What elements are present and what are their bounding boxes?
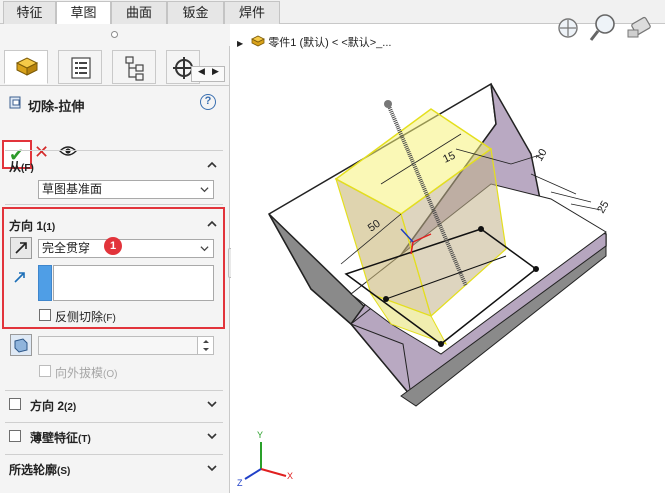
tab-weldments[interactable]: 焊件 bbox=[224, 1, 280, 24]
dimension-label[interactable]: 25 bbox=[595, 199, 612, 216]
direction-vector-icon bbox=[14, 272, 25, 283]
svg-text:Y: Y bbox=[257, 430, 263, 440]
draft-icon bbox=[14, 338, 28, 353]
chevron-down-icon bbox=[200, 187, 209, 193]
divider bbox=[5, 390, 223, 391]
reverse-direction-button[interactable] bbox=[10, 237, 32, 259]
svg-text:X: X bbox=[287, 471, 293, 481]
chevron-up-icon[interactable] bbox=[207, 160, 217, 170]
model-view[interactable]: 15 10 50 25 Y X Z bbox=[231, 24, 665, 493]
draft-toggle-button[interactable] bbox=[10, 334, 32, 356]
tab-features[interactable]: 特征 bbox=[3, 1, 56, 24]
help-icon[interactable]: ? bbox=[200, 94, 216, 110]
feature-title: 切除-拉伸 bbox=[28, 99, 85, 114]
divider bbox=[5, 150, 223, 151]
spinner[interactable] bbox=[197, 337, 213, 354]
draft-angle-field[interactable] bbox=[38, 336, 214, 355]
svg-text:Z: Z bbox=[237, 478, 243, 488]
tab-configuration-manager[interactable] bbox=[112, 50, 156, 84]
reverse-direction-icon bbox=[15, 242, 27, 254]
sketch-point bbox=[383, 296, 389, 302]
thin-feature-checkbox[interactable] bbox=[9, 430, 21, 442]
divider bbox=[5, 454, 223, 455]
property-list-icon bbox=[71, 57, 91, 79]
divider bbox=[5, 204, 223, 205]
tab-property-manager[interactable] bbox=[58, 50, 102, 84]
eye-preview-icon[interactable] bbox=[59, 145, 77, 157]
cancel-button[interactable]: ✕ bbox=[34, 142, 49, 163]
grip-dot-icon bbox=[111, 31, 118, 38]
sketch-point bbox=[478, 226, 484, 232]
from-section-header[interactable]: 从(F) bbox=[9, 158, 34, 175]
configuration-tree-icon bbox=[125, 56, 144, 81]
tab-sketch[interactable]: 草图 bbox=[56, 1, 111, 25]
selected-contours-section-header[interactable]: 所选轮廓(S) bbox=[9, 461, 70, 478]
tab-scroll-arrows[interactable]: ◀ ▶ bbox=[191, 66, 225, 82]
flip-side-checkbox[interactable] bbox=[39, 309, 51, 321]
from-select[interactable]: 草图基准面 bbox=[38, 180, 214, 199]
draft-outward-label: 向外拔模(O) bbox=[55, 366, 118, 380]
spin-arrows-icon bbox=[203, 340, 209, 351]
cut-extrude-icon bbox=[9, 96, 21, 109]
chevron-down-icon[interactable] bbox=[207, 431, 217, 441]
chevron-up-icon[interactable] bbox=[207, 219, 217, 229]
chevron-down-icon[interactable] bbox=[207, 399, 217, 409]
sketch-point bbox=[438, 341, 444, 347]
tab-feature-manager[interactable] bbox=[4, 50, 48, 84]
panel-grip[interactable] bbox=[0, 24, 230, 46]
divider bbox=[5, 422, 223, 423]
scroll-left-icon[interactable]: ◀ bbox=[198, 66, 205, 77]
flip-side-label: 反侧切除(F) bbox=[55, 310, 116, 324]
tab-sheet-metal[interactable]: 钣金 bbox=[167, 1, 224, 24]
direction2-section-header[interactable]: 方向 2(2) bbox=[30, 397, 76, 414]
selection-list-indicator bbox=[38, 265, 52, 301]
draft-outward-checkbox[interactable] bbox=[39, 365, 51, 377]
dimension-label[interactable]: 10 bbox=[533, 147, 550, 164]
direction-selection-box[interactable] bbox=[53, 265, 214, 301]
graphics-area[interactable]: ▶ 零件1 (默认) < <默认>_... 15 10 50 25 Y X Z bbox=[231, 14, 665, 493]
direction2-checkbox[interactable] bbox=[9, 398, 21, 410]
thin-feature-section-header[interactable]: 薄壁特征(T) bbox=[30, 429, 91, 446]
direction1-section-header[interactable]: 方向 1(1) bbox=[9, 217, 55, 234]
chevron-down-icon bbox=[200, 246, 209, 252]
part-icon bbox=[15, 57, 39, 76]
arrow-handle[interactable] bbox=[384, 100, 392, 108]
manager-tabs: ◀ ▶ bbox=[0, 48, 230, 86]
scroll-right-icon[interactable]: ▶ bbox=[212, 66, 219, 77]
view-triad[interactable]: Y X Z bbox=[237, 430, 293, 488]
end-condition-select[interactable]: 完全贯穿 bbox=[38, 239, 214, 258]
property-manager: ◀ ▶ 切除-拉伸 ? ✔ ✕ 从(F) 草图基准面 方向 1(1) 完全贯穿 bbox=[0, 24, 230, 493]
sketch-point bbox=[533, 266, 539, 272]
step-badge: 1 bbox=[104, 237, 122, 255]
chevron-down-icon[interactable] bbox=[207, 463, 217, 473]
tab-surfaces[interactable]: 曲面 bbox=[111, 1, 167, 24]
